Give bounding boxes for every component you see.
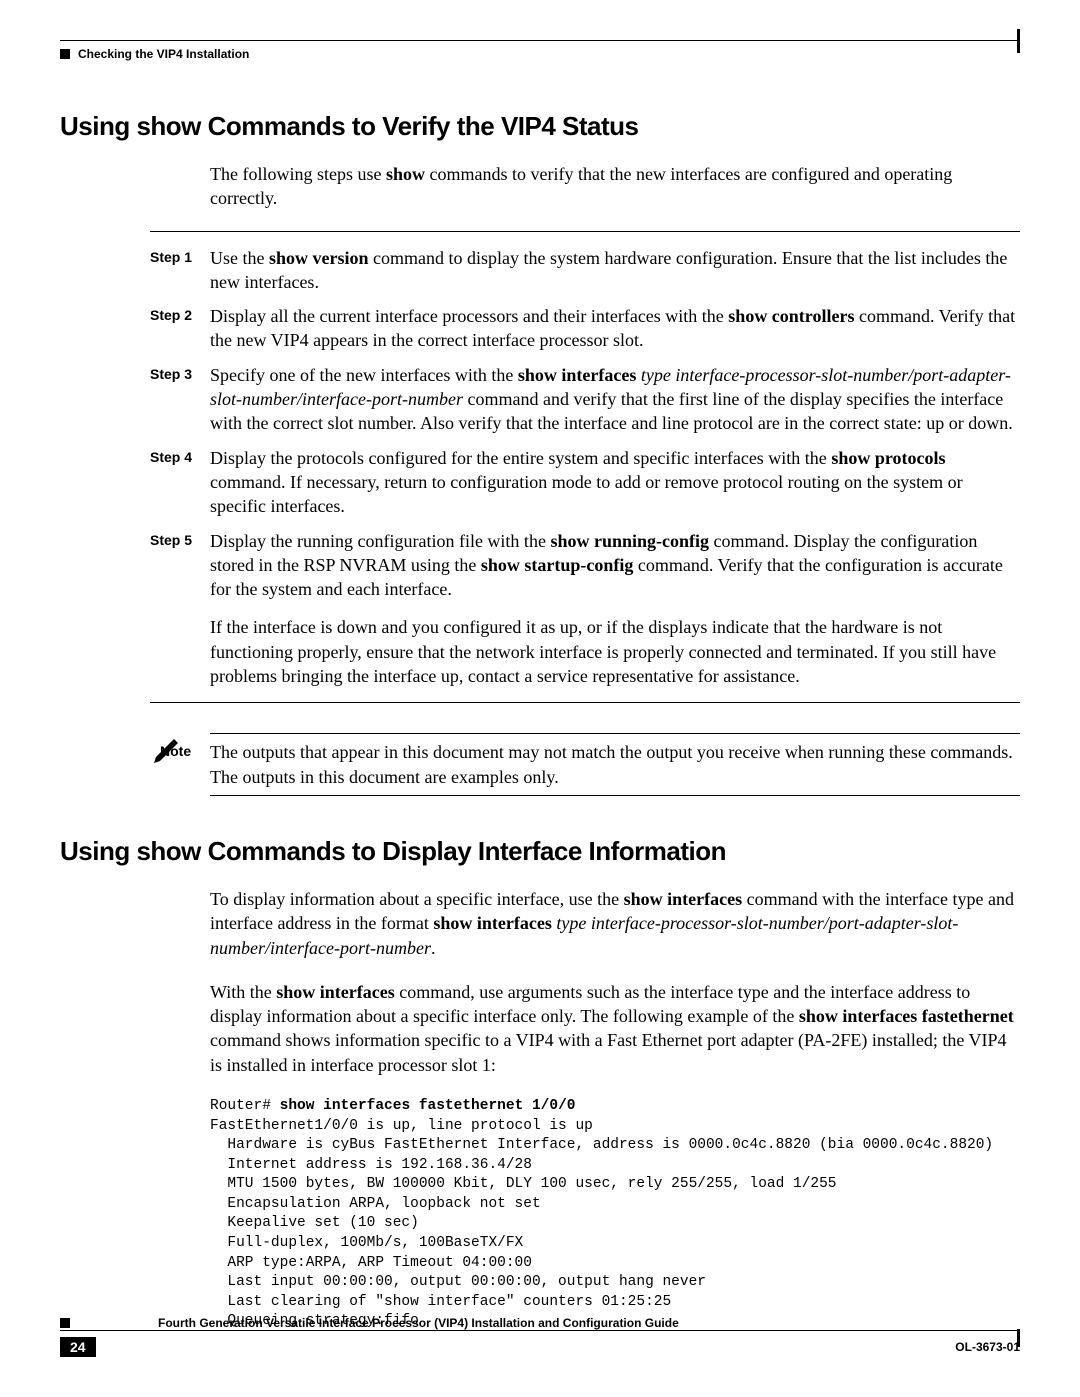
step-content: Display the protocols configured for the…	[210, 446, 1020, 519]
section2-para1: To display information about a specific …	[210, 887, 1020, 960]
section-heading-verify-status: Using show Commands to Verify the VIP4 S…	[60, 111, 1020, 142]
footer-title: Fourth Generation Versatile Interface Pr…	[158, 1316, 679, 1330]
step-content: Display the running configuration file w…	[210, 529, 1020, 602]
step-content: Specify one of the new interfaces with t…	[210, 363, 1020, 436]
step-content: Use the show version command to display …	[210, 246, 1020, 295]
steps-top-divider	[150, 231, 1020, 232]
step-row: Step 3Specify one of the new interfaces …	[60, 363, 1020, 436]
step-row: Step 2Display all the current interface …	[60, 304, 1020, 353]
section2-para2: With the show interfaces command, use ar…	[210, 980, 1020, 1077]
steps-bottom-divider	[150, 702, 1020, 703]
step-label: Step 5	[150, 529, 210, 602]
step-label: Step 2	[150, 304, 210, 353]
intro-paragraph: The following steps use show commands to…	[210, 162, 1020, 211]
pencil-icon	[152, 733, 212, 769]
note-bottom-divider	[210, 795, 1020, 796]
footer-square-icon	[60, 1318, 70, 1328]
header-marker	[1017, 29, 1020, 53]
note-top-divider	[210, 733, 1020, 734]
header-rule	[60, 40, 1020, 41]
section-heading-display-info: Using show Commands to Display Interface…	[60, 836, 1020, 867]
step-row: Step 5Display the running configuration …	[60, 529, 1020, 602]
breadcrumb: Checking the VIP4 Installation	[78, 47, 249, 61]
step-label: Step 3	[150, 363, 210, 436]
step-content: Display all the current interface proces…	[210, 304, 1020, 353]
breadcrumb-square-icon	[60, 49, 70, 59]
footer-rule	[60, 1330, 1020, 1331]
footer-marker	[1017, 1329, 1020, 1347]
code-example: Router# show interfaces fastethernet 1/0…	[210, 1097, 1020, 1332]
page-number: 24	[60, 1337, 96, 1357]
followup-paragraph: If the interface is down and you configu…	[210, 615, 1020, 688]
doc-id: OL-3673-01	[955, 1340, 1020, 1354]
step-row: Step 4Display the protocols configured f…	[60, 446, 1020, 519]
note-text: The outputs that appear in this document…	[210, 740, 1020, 789]
step-row: Step 1Use the show version command to di…	[60, 246, 1020, 295]
step-label: Step 4	[150, 446, 210, 519]
step-label: Step 1	[150, 246, 210, 295]
